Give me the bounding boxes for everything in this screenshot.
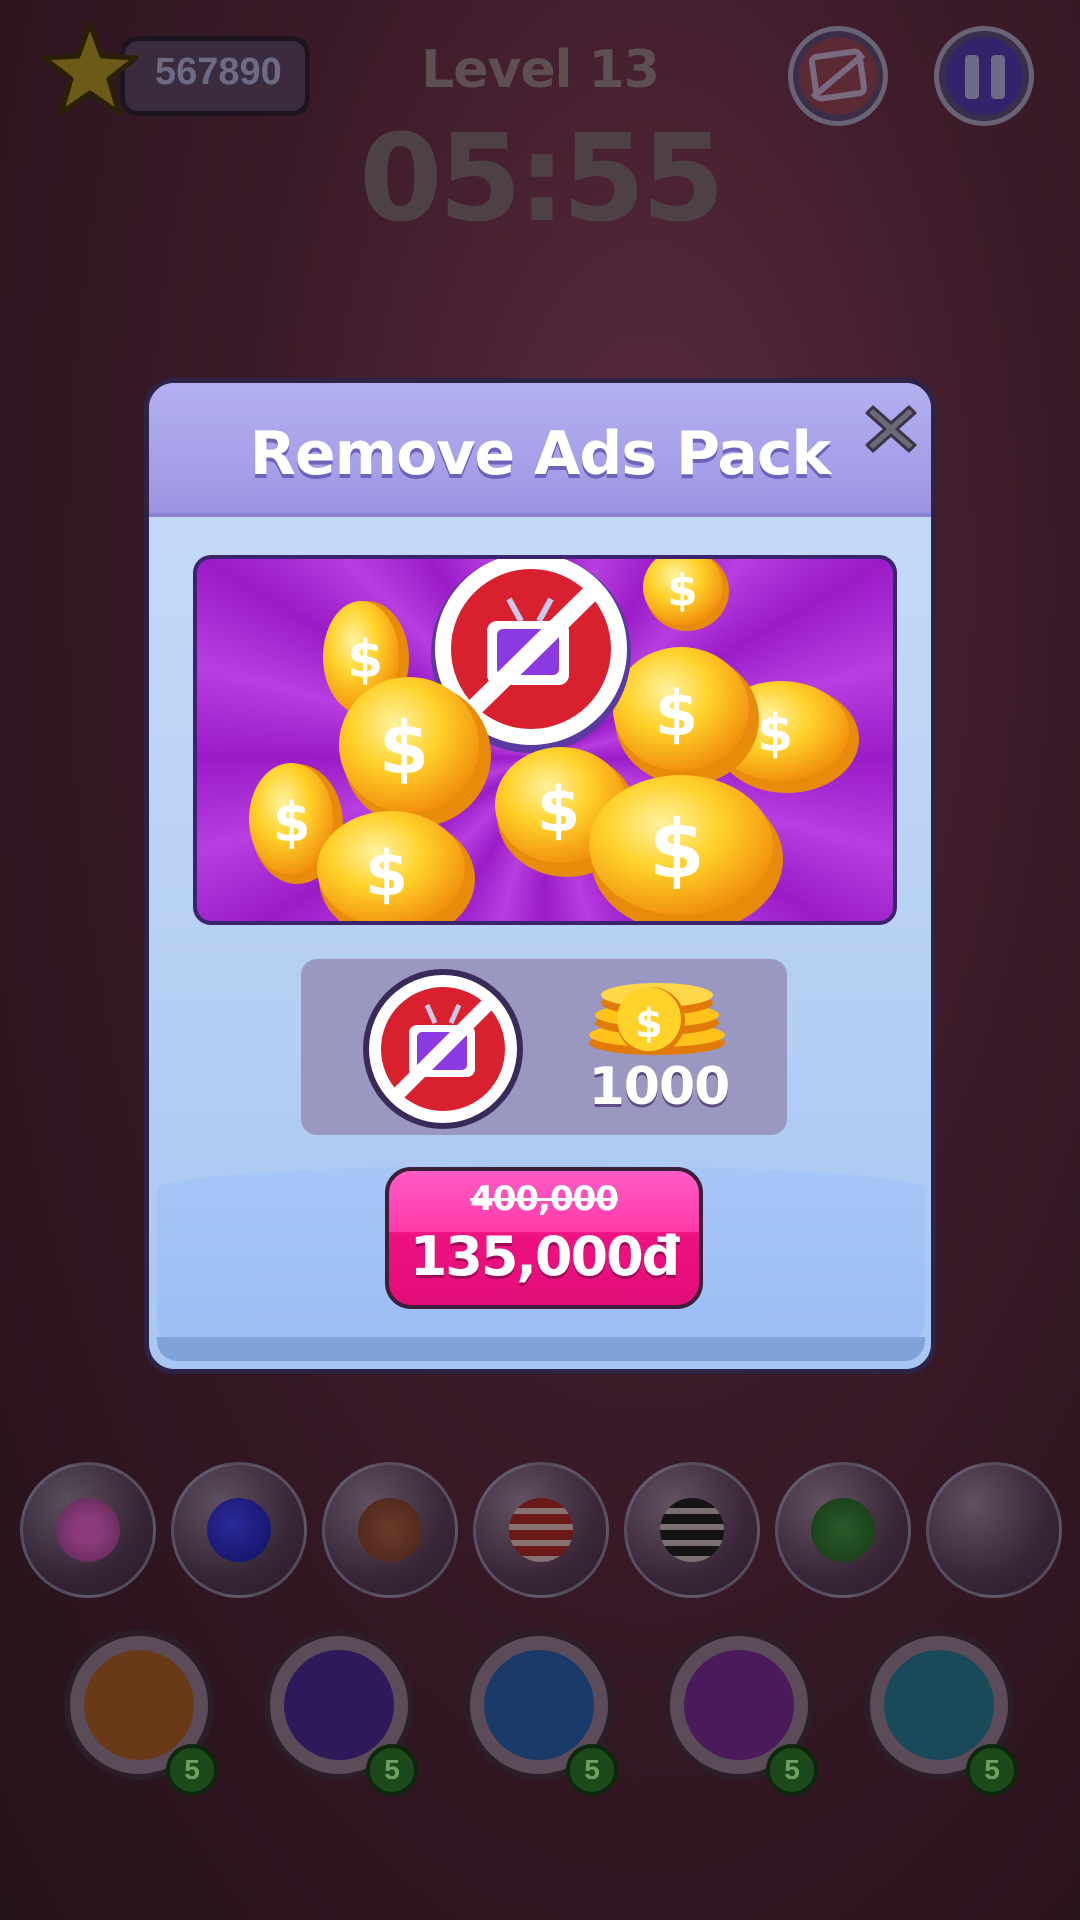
coins-and-noads-illustration: $ $ $ $ $ $ $ $ $ xyxy=(249,559,859,921)
close-icon xyxy=(865,405,917,453)
svg-text:$: $ xyxy=(655,677,698,750)
no-ads-icon xyxy=(363,969,523,1129)
buy-button[interactable]: 400,000 135,000đ xyxy=(385,1167,703,1309)
new-price: 135,000đ xyxy=(409,1225,681,1288)
svg-text:$: $ xyxy=(635,1001,663,1047)
reward-panel: $ 1000 xyxy=(301,959,787,1135)
reward-coin-count: 1000 xyxy=(588,1057,731,1117)
svg-text:$: $ xyxy=(365,837,408,910)
svg-text:$: $ xyxy=(347,630,383,690)
dialog-header: Remove Ads Pack xyxy=(149,383,931,517)
svg-text:$: $ xyxy=(757,704,793,764)
remove-ads-dialog: Remove Ads Pack $ $ $ $ $ $ $ $ $ $ 1000… xyxy=(144,378,936,1374)
dialog-title: Remove Ads Pack xyxy=(249,419,832,489)
svg-text:$: $ xyxy=(273,791,311,854)
svg-text:$: $ xyxy=(537,773,580,846)
svg-text:$: $ xyxy=(379,706,429,790)
coin-stack-icon: $ xyxy=(589,983,725,1055)
old-price: 400,000 xyxy=(470,1179,619,1219)
hero-banner: $ $ $ $ $ $ $ $ $ xyxy=(193,555,897,925)
svg-text:$: $ xyxy=(667,565,698,616)
svg-text:$: $ xyxy=(649,803,705,896)
close-button[interactable] xyxy=(863,401,919,457)
